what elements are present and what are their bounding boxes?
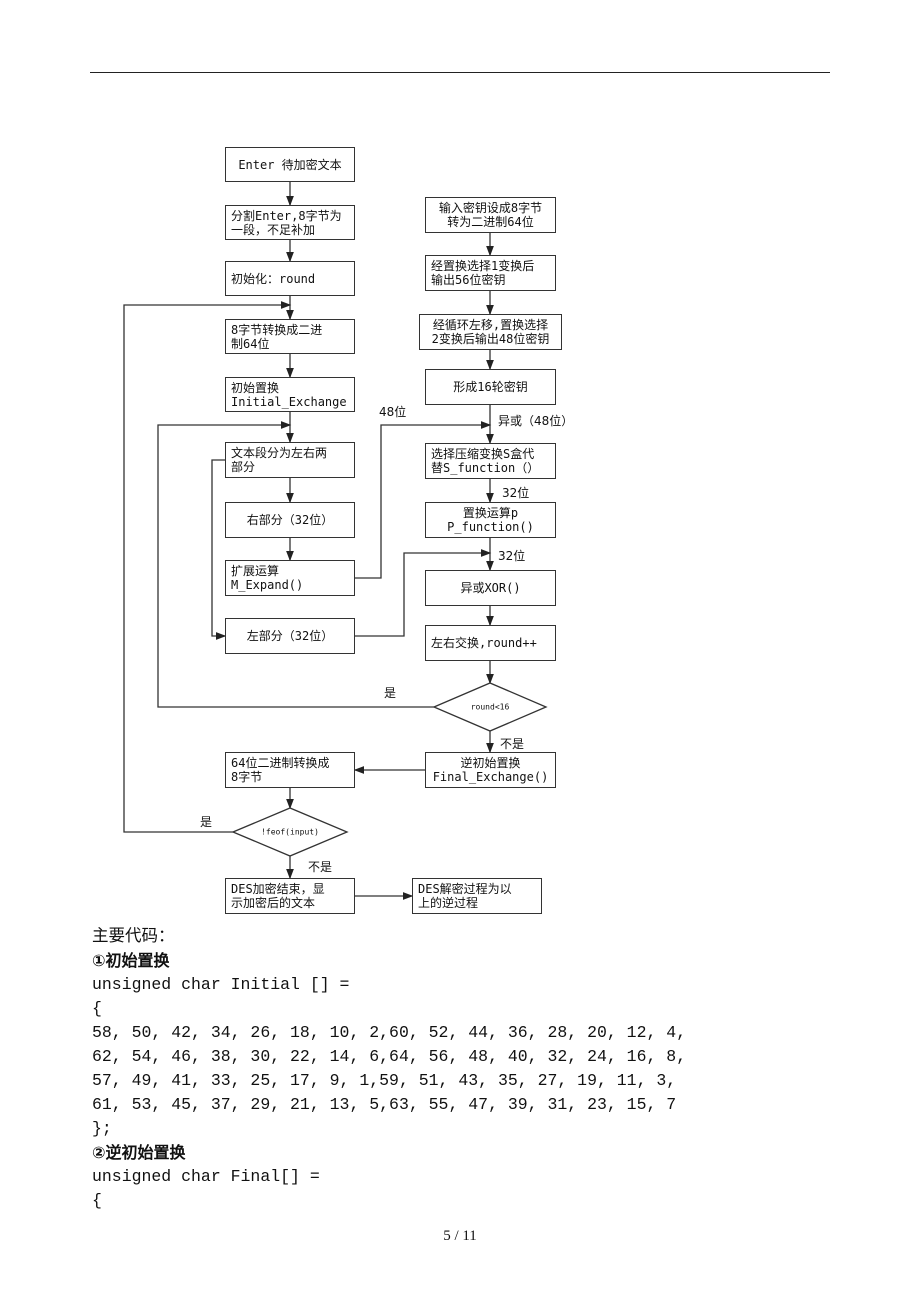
flow-node-split: 分割Enter,8字节为 一段，不足补加 [225,205,355,240]
flow-node-text: Enter 待加密文本 [238,157,342,172]
flow-node-text: 经循环左移,置换选择 [432,318,549,332]
flow-node-decrypt: DES解密过程为以 上的逆过程 [412,878,542,914]
flow-node-text: 转为二进制64位 [447,215,534,229]
flow-label-bits32-s: 32位 [502,486,530,500]
flow-node-text: P_function() [447,520,534,534]
flow-node-text: DES加密结束，显 [231,882,325,896]
page-number: 5 / 11 [443,1228,477,1244]
decision-text: !feof(input) [261,827,319,837]
flow-node-pc1: 经置换选择1变换后 输出56位密钥 [425,255,556,291]
flow-node-text: 左部分（32位） [246,629,334,643]
flow-node-text: 右部分（32位） [246,513,334,527]
flow-node-text: 制64位 [231,336,270,351]
flow-node-final-exchange: 逆初始置换 Final_Exchange() [425,752,556,788]
flow-label-yes-feof: 是 [200,815,213,829]
flow-node-to-bin: 8字节转换成二进 制64位 [225,319,355,354]
flow-node-enter: Enter 待加密文本 [225,147,355,182]
flow-node-text: Final_Exchange() [432,770,549,784]
flow-node-text: 8字节 [231,770,263,784]
flow-node-text: 8字节转换成二进 [231,322,323,337]
section-title: 主要代码： [92,927,175,946]
code-line: 57, 49, 41, 33, 25, 17, 9, 1,59, 51, 43,… [92,1071,677,1090]
flow-label-xor48: 异或（48位） [498,414,574,428]
flow-connector-arrow [211,459,227,640]
heading-initial-permutation: ①初始置换 [92,951,170,970]
flow-node-text: 替S_function（） [431,461,540,475]
flow-node-enc-end: DES加密结束，显 示加密后的文本 [225,878,355,914]
code-line: { [92,1191,102,1210]
flow-node-left: 左部分（32位） [225,618,355,654]
flow-node-text: 部分 [231,460,256,474]
flow-node-text: 经置换选择1变换后 [431,259,535,273]
flow-node-swap: 左右交换,round++ [425,625,556,661]
flow-node-split-lr: 文本段分为左右两 部分 [225,442,355,478]
code-line: unsigned char Initial [] = [92,975,350,994]
flow-node-text: M_Expand() [231,578,304,592]
flow-node-text: 64位二进制转换成 [231,756,330,770]
code-line: }; [92,1119,112,1138]
flow-node-to-bytes: 64位二进制转换成 8字节 [225,752,355,788]
flow-node-expand: 扩展运算 M_Expand() [225,560,355,596]
decision-text: round<16 [470,702,510,712]
flow-node-text: Initial_Exchange [231,394,347,409]
flow-node-text: 一段，不足补加 [231,222,316,237]
flow-node-pbox: 置换运算p P_function() [425,502,556,538]
heading-final-permutation: ②逆初始置换 [92,1143,186,1162]
flow-node-key-in: 输入密钥设成8字节 转为二进制64位 [425,197,556,233]
flow-node-sbox: 选择压缩变换S盒代 替S_function（） [425,443,556,479]
flow-node-text: 扩展运算 [231,564,280,578]
code-line: unsigned char Final[] = [92,1167,320,1186]
flow-node-text: 上的逆过程 [418,896,479,910]
flow-node-text: 输入密钥设成8字节 [438,201,543,215]
flow-node-init: 初始化：round [225,261,355,296]
code-line: 62, 54, 46, 38, 30, 22, 14, 6,64, 56, 48… [92,1047,687,1066]
flow-node-text: 文本段分为左右两 [231,446,328,460]
flow-node-text: 形成16轮密钥 [453,380,528,394]
flow-label-bits48-expand: 48位 [379,405,407,419]
code-line: 58, 50, 42, 34, 26, 18, 10, 2,60, 52, 44… [92,1023,687,1042]
flow-node-text: 分割Enter,8字节为 [231,208,342,223]
flow-node-text: 选择压缩变换S盒代 [431,447,535,461]
code-line: { [92,999,102,1018]
flow-node-text: 异或XOR() [460,581,521,595]
flow-node-text: 左右交换,round++ [431,636,537,650]
flow-node-text: 示加密后的文本 [231,896,316,910]
flow-node-xor: 异或XOR() [425,570,556,606]
flow-node-text: 逆初始置换 [460,756,521,770]
flow-label-no-feof: 不是 [308,860,333,874]
flow-node-text: 2变换后输出48位密钥 [431,332,550,346]
flow-label-no-round: 不是 [500,737,525,751]
flow-node-pc2: 经循环左移,置换选择 2变换后输出48位密钥 [419,314,562,350]
flow-node-initial-exchange: 初始置换 Initial_Exchange [225,377,355,412]
flow-node-text: 置换运算p [462,506,519,520]
flow-node-text: 初始置换 [231,380,280,395]
des-flowchart: Enter 待加密文本 分割Enter,8字节为 一段，不足补加 初始化：round 8… [0,0,920,930]
flow-node-right: 右部分（32位） [225,502,355,538]
code-line: 61, 53, 45, 37, 29, 21, 13, 5,63, 55, 47… [92,1095,677,1114]
flow-label-yes-round: 是 [384,686,397,700]
flow-node-keys16: 形成16轮密钥 [425,369,556,405]
flow-node-text: DES解密过程为以 [418,882,512,896]
flow-node-text: 输出56位密钥 [431,273,506,287]
flow-node-text: 初始化：round [231,271,316,286]
flow-label-bits32-p: 32位 [498,549,526,563]
